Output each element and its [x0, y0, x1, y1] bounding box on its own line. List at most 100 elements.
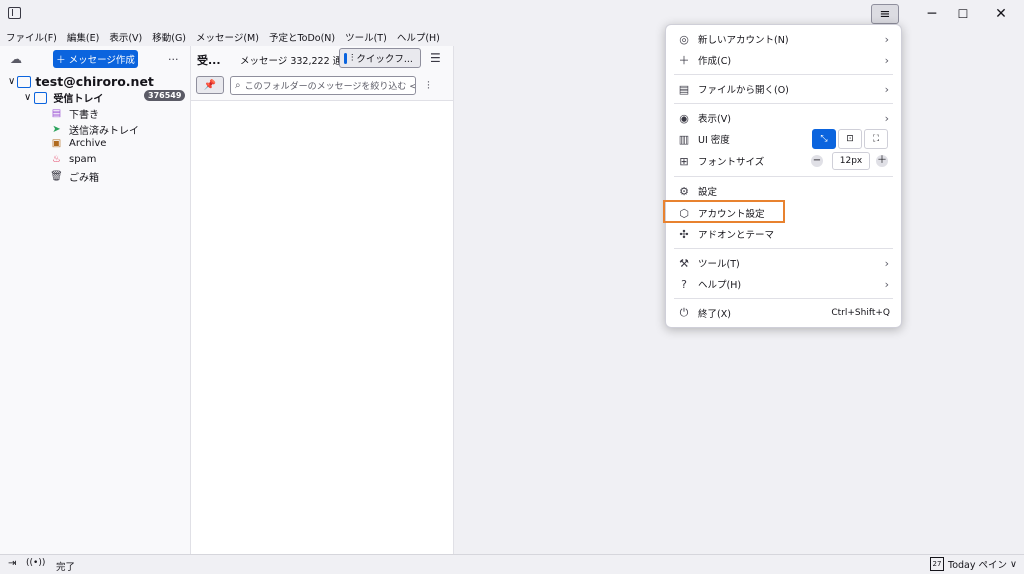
- folder-label: ごみ箱: [69, 173, 99, 184]
- quit-shortcut: Ctrl+Shift+Q: [831, 308, 890, 318]
- menu-ui-density: ▥ UI 密度 ⤡ ⊡ ⛶: [666, 129, 901, 149]
- folder-sent[interactable]: ➤ 送信済みトレイ: [51, 122, 139, 137]
- compose-button[interactable]: ＋ メッセージ作成: [53, 50, 138, 68]
- sent-icon: ➤: [52, 124, 61, 135]
- menu-label: UI 密度: [698, 135, 730, 146]
- toggle-indicator: [344, 52, 347, 64]
- density-compact-button[interactable]: ⤡: [812, 129, 836, 149]
- toggle-sidebar-icon[interactable]: ⇥: [8, 558, 16, 569]
- density-icon: ▥: [678, 132, 690, 146]
- menu-view[interactable]: 表示(V): [103, 30, 146, 44]
- spam-icon: ♨: [52, 154, 61, 165]
- online-status-icon[interactable]: ((•)): [26, 558, 45, 568]
- archive-icon: ▣: [51, 138, 62, 149]
- app-menu-panel: ◎ 新しいアカウント(N) › ＋ 作成(C) › ▤ ファイルから開く(O) …: [665, 24, 902, 328]
- filter-settings-icon[interactable]: ⫶: [427, 79, 430, 93]
- list-display-options-icon[interactable]: ☰: [430, 51, 441, 65]
- unread-count-badge: 376549: [144, 90, 186, 101]
- menu-view[interactable]: ◉ 表示(V) ›: [666, 108, 901, 128]
- density-normal-button[interactable]: ⊡: [838, 129, 862, 149]
- eye-icon: ◉: [679, 111, 689, 125]
- menu-settings[interactable]: ⚙ 設定: [666, 181, 901, 201]
- chevron-down-icon: ∨: [1010, 558, 1017, 570]
- chevron-right-icon: ›: [884, 111, 889, 125]
- menu-separator: [674, 248, 893, 249]
- menu-tools[interactable]: ⚒ ツール(T) ›: [666, 253, 901, 273]
- search-icon: ⌕: [235, 80, 241, 91]
- today-pane-button[interactable]: 27 Today ペイン ∨: [930, 557, 1017, 571]
- filter-search-input[interactable]: ⌕ このフォルダーのメッセージを絞り込む <C: [230, 76, 416, 95]
- chevron-down-icon: ∨: [8, 76, 16, 87]
- calendar-icon: 27: [930, 557, 944, 571]
- inbox-icon: [34, 91, 48, 104]
- inbox-row[interactable]: ∨ 受信トレイ 376549: [24, 90, 186, 105]
- hamburger-icon: ≡: [879, 6, 891, 22]
- inbox-label: 受信トレイ: [53, 94, 104, 105]
- chevron-right-icon: ›: [884, 256, 889, 270]
- density-touch-button[interactable]: ⛶: [864, 129, 888, 149]
- maximize-icon: ☐: [957, 7, 969, 21]
- font-decrease-button[interactable]: −: [811, 155, 823, 167]
- help-icon: ?: [681, 277, 687, 291]
- menu-go[interactable]: 移動(G): [146, 30, 190, 44]
- folder-label: 送信済みトレイ: [69, 126, 139, 137]
- menu-label: 設定: [698, 187, 718, 198]
- folder-spam[interactable]: ♨ spam: [51, 154, 96, 165]
- folder-archive[interactable]: ▣ Archive: [51, 138, 107, 149]
- trash-icon: 🗑: [50, 171, 63, 182]
- folder-drafts[interactable]: ▤ 下書き: [51, 106, 99, 121]
- minimize-icon: ─: [927, 6, 937, 22]
- menu-addons-themes[interactable]: ✣ アドオンとテーマ: [666, 224, 901, 244]
- app-menu-icon[interactable]: [8, 7, 21, 19]
- menu-label: ファイルから開く(O): [698, 85, 789, 96]
- font-size-value: 12px: [832, 152, 870, 170]
- account-row[interactable]: ∨ test@chiroro.net: [8, 74, 154, 89]
- menu-help[interactable]: ヘルプ(H): [391, 30, 444, 44]
- folder-label: 下書き: [69, 110, 99, 121]
- folder-label: spam: [69, 154, 97, 165]
- menu-label: 作成(C): [698, 56, 732, 67]
- puzzle-icon: ✣: [679, 227, 689, 241]
- plus-icon: ＋: [678, 54, 690, 67]
- status-bar: ⇥ ((•)) 完了 27 Today ペイン ∨: [0, 554, 1024, 574]
- menu-separator: [674, 74, 893, 75]
- folder-pane-options-icon[interactable]: ···: [168, 53, 179, 66]
- menu-events[interactable]: 予定とToDo(N): [263, 30, 339, 44]
- menu-separator: [674, 103, 893, 104]
- chevron-right-icon: ›: [884, 32, 889, 46]
- menu-label: フォントサイズ: [698, 157, 765, 168]
- account-icon: ◎: [679, 32, 689, 46]
- menu-label: 終了(X): [698, 309, 731, 320]
- menu-quit[interactable]: ⏻ 終了(X) Ctrl+Shift+Q: [666, 303, 901, 323]
- drafts-icon: ▤: [51, 108, 62, 119]
- menu-edit[interactable]: 編集(E): [61, 30, 103, 44]
- menu-tools[interactable]: ツール(T): [339, 30, 391, 44]
- chevron-right-icon: ›: [884, 277, 889, 291]
- folder-trash[interactable]: 🗑 ごみ箱: [50, 169, 99, 184]
- menu-label: 新しいアカウント(N): [698, 35, 789, 46]
- gear-icon: ⚙: [679, 184, 689, 198]
- account-mail-icon: [17, 75, 32, 88]
- filter-icon: ⫶: [351, 52, 354, 64]
- chevron-down-icon: ∨: [24, 92, 32, 103]
- menu-label: 表示(V): [698, 114, 731, 125]
- menu-file[interactable]: ファイル(F): [0, 30, 61, 44]
- menu-open-from-file[interactable]: ▤ ファイルから開く(O) ›: [666, 79, 901, 99]
- hamburger-menu-button[interactable]: ≡: [871, 4, 899, 24]
- menu-message[interactable]: メッセージ(M): [190, 30, 263, 44]
- get-messages-icon[interactable]: ☁: [10, 52, 22, 66]
- compose-label: ＋ メッセージ作成: [56, 55, 135, 66]
- menu-separator: [674, 298, 893, 299]
- menu-label: アドオンとテーマ: [698, 230, 775, 241]
- pin-filter-button[interactable]: 📌: [196, 76, 224, 94]
- menu-label: ツール(T): [698, 259, 740, 270]
- menu-new-account[interactable]: ◎ 新しいアカウント(N) ›: [666, 29, 901, 49]
- menu-help[interactable]: ? ヘルプ(H) ›: [666, 274, 901, 294]
- status-text: 完了: [56, 562, 76, 573]
- close-button[interactable]: ✕: [978, 0, 1024, 28]
- menu-create[interactable]: ＋ 作成(C) ›: [666, 50, 901, 70]
- font-increase-button[interactable]: ＋: [876, 155, 888, 167]
- quick-filter-button[interactable]: ⫶ クイックフ...: [339, 48, 421, 68]
- file-icon: ▤: [678, 82, 690, 96]
- quick-filter-label: クイックフ...: [356, 54, 413, 65]
